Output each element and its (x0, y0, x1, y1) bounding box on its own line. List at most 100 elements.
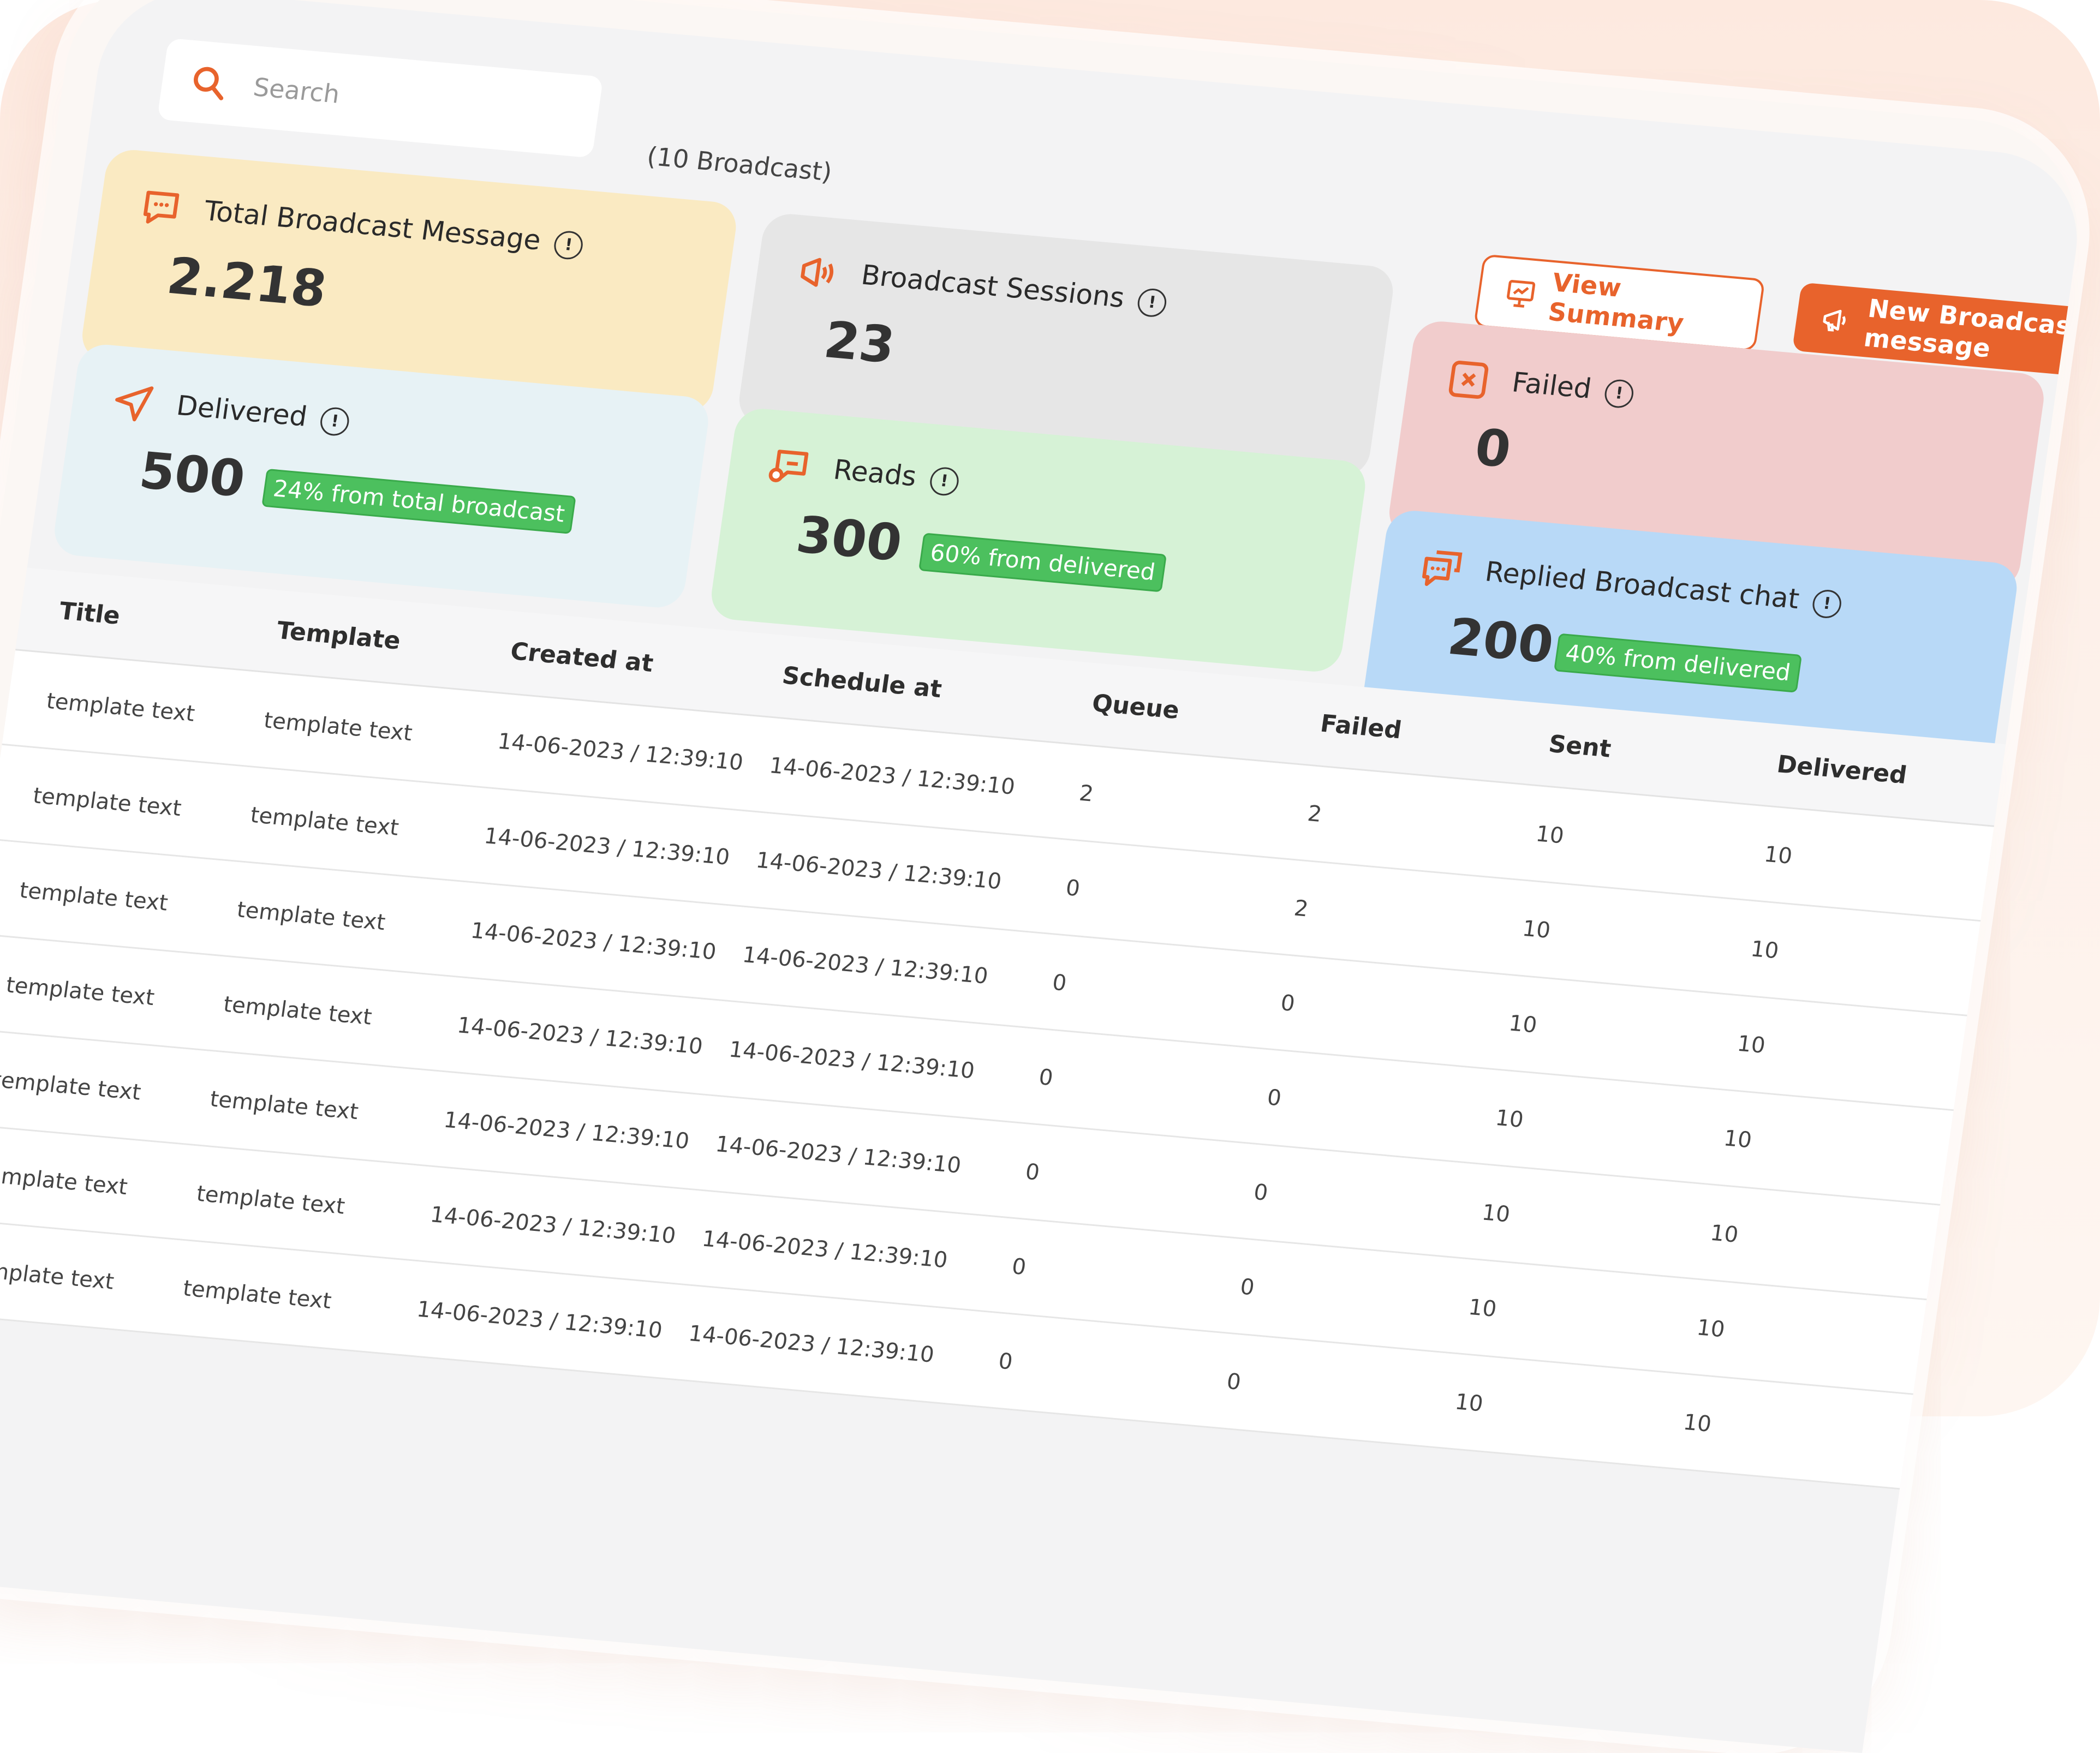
failed-cell: 0 (1279, 990, 1297, 1016)
total-broadcast-label: Total Broadcast Message (202, 195, 543, 256)
failed-cell: 0 (1225, 1369, 1243, 1395)
schedule-at-cell: 14-06-2023 / 12:39:10 (700, 1226, 950, 1273)
schedule-at-cell: 14-06-2023 / 12:39:10 (727, 1037, 976, 1084)
title-cell: template text (0, 1162, 129, 1200)
reads-label: Reads (831, 453, 918, 493)
created-at-cell: 14-06-2023 / 12:39:10 (496, 728, 745, 776)
title-cell: template text (4, 972, 156, 1011)
failed-label: Failed (1510, 366, 1594, 405)
send-icon (115, 386, 154, 422)
delivered-cell: 10 (1695, 1315, 1727, 1343)
failed-cell: 0 (1252, 1180, 1270, 1206)
tablet-device-frame: (10 Broadcast) View Summary New Broadcas… (0, 0, 2093, 1753)
replied-chat-badge: 40% from delivered (1554, 633, 1803, 693)
template-cell: template text (181, 1276, 333, 1314)
schedule-at-cell: 14-06-2023 / 12:39:10 (714, 1132, 963, 1178)
created-at-cell: 14-06-2023 / 12:39:10 (482, 823, 731, 870)
megaphone-icon (1823, 309, 1846, 332)
sent-cell: 10 (1507, 1010, 1539, 1038)
delivered-cell: 10 (1735, 1031, 1767, 1058)
header-sent[interactable]: Sent (1547, 730, 1613, 763)
created-at-cell: 14-06-2023 / 12:39:10 (455, 1013, 705, 1060)
queue-cell: 0 (1051, 970, 1069, 996)
title-cell: template text (45, 688, 196, 727)
header-queue[interactable]: Queue (1090, 689, 1181, 725)
dashboard-screen: (10 Broadcast) View Summary New Broadcas… (0, 0, 2089, 1753)
info-icon[interactable]: ! (928, 465, 960, 496)
read-message-icon (768, 450, 809, 482)
delivered-value: 500 (136, 441, 249, 508)
replied-chat-value: 200 (1444, 607, 1558, 675)
failed-cell: 0 (1238, 1274, 1256, 1301)
sent-cell: 10 (1466, 1294, 1499, 1323)
chat-bubbles-icon (1422, 550, 1463, 586)
sent-cell: 10 (1534, 821, 1566, 849)
delivered-cell: 10 (1722, 1126, 1753, 1153)
delivered-cell: 10 (1681, 1409, 1713, 1437)
chat-bubble-icon (143, 190, 180, 224)
failed-value: 0 (1471, 418, 1515, 479)
reads-value: 300 (792, 505, 906, 573)
queue-cell: 0 (1010, 1254, 1028, 1281)
schedule-at-cell: 14-06-2023 / 12:39:10 (687, 1321, 936, 1368)
header-schedule-at[interactable]: Schedule at (780, 662, 944, 704)
template-cell: template text (208, 1086, 360, 1125)
delivered-cell: 10 (1762, 841, 1794, 869)
failed-cell: 2 (1292, 895, 1310, 922)
template-cell: template text (248, 802, 401, 841)
schedule-at-cell: 14-06-2023 / 12:39:10 (754, 847, 1003, 895)
template-cell: template text (222, 991, 374, 1030)
title-cell: template text (0, 1067, 143, 1105)
search-input[interactable] (250, 71, 562, 129)
replied-chat-label: Replied Broadcast chat (1483, 555, 1801, 615)
header-template[interactable]: Template (275, 617, 402, 655)
failed-cell: 0 (1265, 1085, 1283, 1111)
info-icon[interactable]: ! (1136, 287, 1168, 318)
delivered-badge: 24% from total broadcast (261, 468, 577, 534)
header-title[interactable]: Title (57, 597, 122, 630)
header-failed[interactable]: Failed (1319, 710, 1403, 745)
broadcast-sessions-value: 23 (820, 310, 899, 375)
broadcast-sessions-label: Broadcast Sessions (859, 259, 1127, 314)
template-cell: template text (195, 1181, 347, 1219)
info-icon[interactable]: ! (319, 406, 351, 437)
info-icon[interactable]: ! (1811, 588, 1844, 619)
sent-cell: 10 (1453, 1389, 1485, 1417)
sent-cell: 10 (1520, 916, 1552, 944)
info-icon[interactable]: ! (1603, 378, 1636, 409)
delivered-cell: 10 (1708, 1220, 1740, 1248)
created-at-cell: 14-06-2023 / 12:39:10 (442, 1107, 691, 1154)
created-at-cell: 14-06-2023 / 12:39:10 (469, 918, 718, 965)
schedule-at-cell: 14-06-2023 / 12:39:10 (767, 753, 1017, 800)
queue-cell: 0 (1064, 875, 1082, 902)
created-at-cell: 14-06-2023 / 12:39:10 (415, 1296, 664, 1344)
template-cell: template text (262, 708, 414, 746)
template-cell: template text (235, 897, 387, 936)
view-summary-label: View Summary (1546, 267, 1686, 338)
title-cell: template text (31, 783, 183, 822)
delivered-cell: 10 (1749, 936, 1781, 964)
header-created-at[interactable]: Created at (509, 637, 655, 678)
sent-cell: 10 (1480, 1200, 1512, 1228)
presentation-icon (1507, 280, 1536, 308)
failed-cell: 2 (1306, 801, 1323, 828)
sent-cell: 10 (1494, 1105, 1525, 1133)
megaphone-icon (801, 258, 834, 287)
created-at-cell: 14-06-2023 / 12:39:10 (428, 1202, 678, 1249)
broadcast-count: (10 Broadcast) (645, 141, 834, 187)
title-cell: template text (17, 877, 170, 916)
header-delivered[interactable]: Delivered (1775, 750, 1908, 789)
title-cell: template text (0, 1256, 116, 1295)
reads-badge: 60% from delivered (918, 533, 1167, 593)
queue-cell: 0 (997, 1348, 1015, 1375)
close-box-icon (1448, 361, 1489, 399)
search-bar[interactable] (157, 38, 604, 158)
info-icon[interactable]: ! (552, 229, 585, 261)
delivered-label: Delivered (174, 390, 309, 433)
schedule-at-cell: 14-06-2023 / 12:39:10 (741, 942, 990, 989)
queue-cell: 0 (1023, 1159, 1041, 1186)
queue-cell: 0 (1037, 1064, 1055, 1091)
search-icon (194, 67, 224, 100)
queue-cell: 2 (1077, 780, 1095, 807)
total-broadcast-value: 2.218 (163, 246, 330, 319)
